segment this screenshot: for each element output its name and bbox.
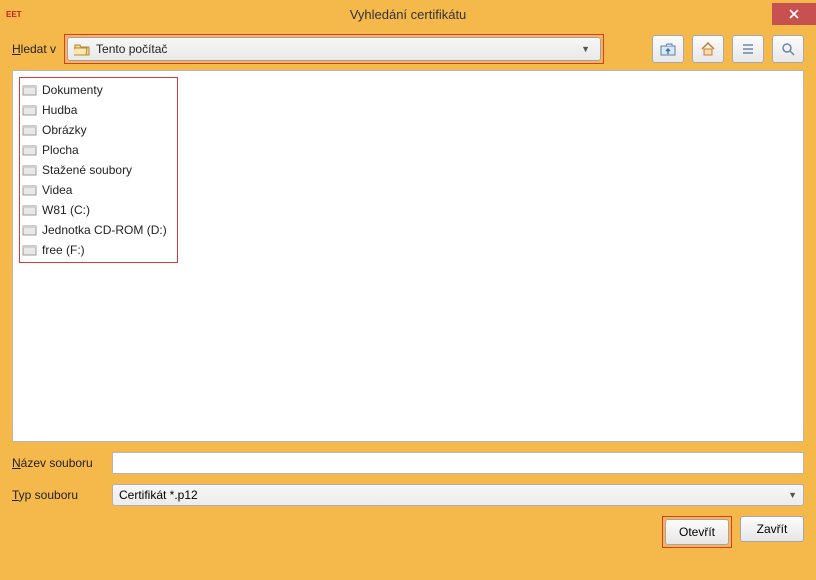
filetype-combo[interactable]: Certifikát *.p12 ▼ [112,484,804,506]
file-item[interactable]: Obrázky [22,120,171,140]
close-icon [789,9,799,19]
file-item-label: Dokumenty [42,83,103,97]
drive-icon [22,183,38,197]
file-item[interactable]: Videa [22,180,171,200]
magnifier-icon [780,41,796,57]
open-button-highlight: Otevřít [662,516,732,548]
filetype-selected: Certifikát *.p12 [119,488,198,502]
chevron-down-icon: ▼ [577,44,594,54]
lookin-selected: Tento počítač [96,42,571,56]
file-item[interactable]: free (F:) [22,240,171,260]
file-item-label: Hudba [42,103,77,117]
list-icon [740,41,756,57]
chevron-down-icon: ▼ [788,490,797,500]
file-item-label: Plocha [42,143,79,157]
folder-open-icon [74,42,90,56]
file-item[interactable]: Plocha [22,140,171,160]
details-view-button[interactable] [732,35,764,63]
close-button[interactable]: Zavřít [740,516,804,542]
window-title: Vyhledání certifikátu [0,7,816,22]
titlebar: EET Vyhledání certifikátu [0,0,816,28]
file-panel[interactable]: Dokumenty Hudba Obrázky Plocha Stažené soubo… [12,70,804,442]
drive-icon [22,123,38,137]
file-item[interactable]: Jednotka CD-ROM (D:) [22,220,171,240]
home-icon [700,41,716,57]
file-item-label: free (F:) [42,243,85,257]
app-badge: EET [0,10,28,19]
filename-label: Název souboru [12,456,104,470]
drive-icon [22,223,38,237]
file-item[interactable]: Dokumenty [22,80,171,100]
drive-icon [22,143,38,157]
drive-icon [22,83,38,97]
up-folder-icon [660,41,676,57]
home-button[interactable] [692,35,724,63]
preview-button[interactable] [772,35,804,63]
lookin-label: Hledat v [12,42,56,56]
file-item[interactable]: Hudba [22,100,171,120]
drive-icon [22,243,38,257]
up-one-level-button[interactable] [652,35,684,63]
file-item[interactable]: W81 (C:) [22,200,171,220]
filename-input[interactable] [112,452,804,474]
file-item-label: Obrázky [42,123,87,137]
lookin-combo[interactable]: Tento počítač ▼ [67,37,601,61]
lookin-combo-highlight: Tento počítač ▼ [64,34,604,64]
button-bar: Otevřít Zavřít [0,506,816,558]
open-button[interactable]: Otevřít [665,519,729,545]
file-item-label: Videa [42,183,72,197]
toolbar: Hledat v Tento počítač ▼ [0,28,816,70]
file-list-highlight: Dokumenty Hudba Obrázky Plocha Stažené soubo… [19,77,178,263]
window-close-button[interactable] [772,3,816,25]
file-item[interactable]: Stažené soubory [22,160,171,180]
filetype-label: Typ souboru [12,488,104,502]
file-item-label: W81 (C:) [42,203,90,217]
fields: Název souboru Typ souboru Certifikát *.p… [0,448,816,506]
drive-icon [22,103,38,117]
file-item-label: Jednotka CD-ROM (D:) [42,223,167,237]
file-item-label: Stažené soubory [42,163,132,177]
drive-icon [22,163,38,177]
drive-icon [22,203,38,217]
